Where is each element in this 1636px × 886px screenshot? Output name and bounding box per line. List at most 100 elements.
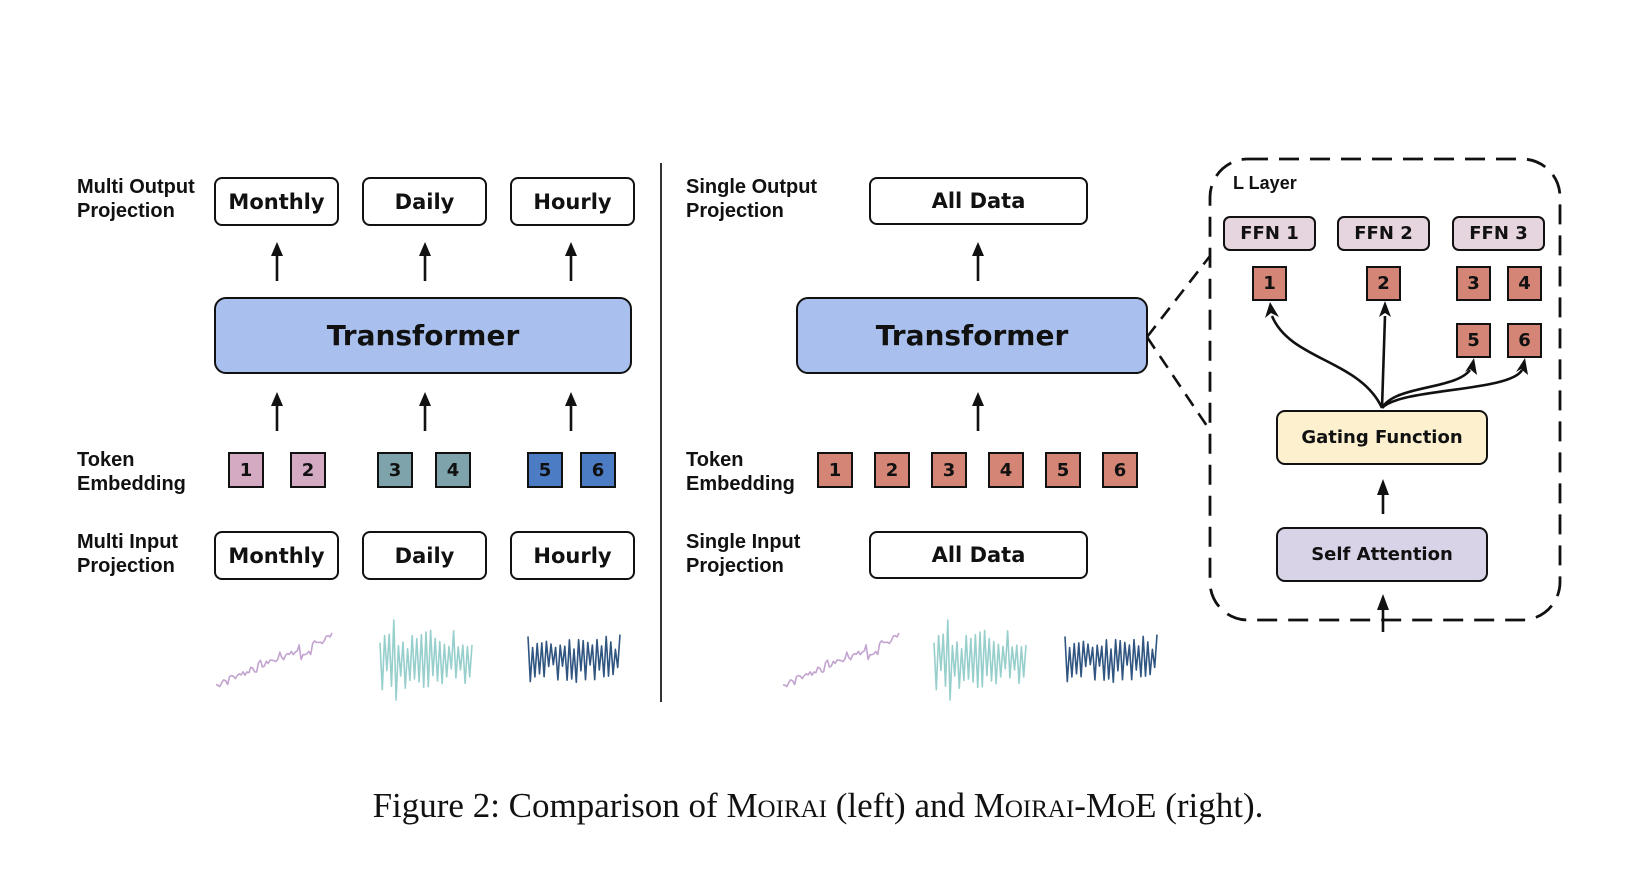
token-6: 6 xyxy=(1102,452,1138,488)
input-projection-hourly: Hourly xyxy=(510,531,635,580)
token-embedding-label-right: Token Embedding xyxy=(686,448,795,496)
label-line: Single Input xyxy=(686,531,801,553)
box-text: All Data xyxy=(931,189,1026,213)
expert-ffn-1: FFN 1 xyxy=(1223,216,1316,251)
routed-token-5: 5 xyxy=(1456,323,1491,358)
route-to-token-1 xyxy=(1270,315,1384,409)
token-3: 3 xyxy=(931,452,967,488)
arrow-head xyxy=(1516,358,1528,375)
token-number: 3 xyxy=(942,459,956,481)
caption-model-moirai-moe: Moirai-MoE xyxy=(973,786,1157,825)
l-layer-title: L Layer xyxy=(1233,173,1297,193)
input-projection-daily: Daily xyxy=(362,531,487,580)
figure-caption: Figure 2: Comparison of Moirai (left) an… xyxy=(0,786,1636,826)
label-line: Projection xyxy=(686,555,784,577)
box-text: Transformer xyxy=(875,319,1069,352)
zoom-line-bottom xyxy=(1145,336,1213,433)
token-number: 6 xyxy=(1113,459,1127,481)
output-projection-monthly: Monthly xyxy=(214,177,339,226)
arrow-head xyxy=(1377,479,1389,495)
route-to-token-6 xyxy=(1381,369,1524,409)
arrow-head xyxy=(271,242,283,256)
token-number: 1 xyxy=(239,459,253,481)
token-2: 2 xyxy=(874,452,910,488)
arrow-head xyxy=(565,242,577,256)
daily-series xyxy=(379,619,473,701)
box-text: Hourly xyxy=(533,543,612,568)
token-6: 6 xyxy=(580,452,616,488)
input-projection-all-data: All Data xyxy=(869,531,1088,579)
token-number: 2 xyxy=(885,459,899,481)
gating-function: Gating Function xyxy=(1276,410,1488,465)
token-5: 5 xyxy=(527,452,563,488)
transformer-right: Transformer xyxy=(796,297,1148,374)
label-line: Projection xyxy=(686,200,784,222)
zoom-line-top xyxy=(1145,255,1212,338)
multi-input-projection-label: Multi Input Projection xyxy=(77,530,178,578)
box-text: Daily xyxy=(394,543,455,568)
caption-text: Figure 2: Comparison of xyxy=(372,786,727,825)
label-line: Single Output xyxy=(686,176,818,198)
box-text: All Data xyxy=(931,543,1026,567)
label-line: Multi Output xyxy=(77,176,195,198)
transformer-left: Transformer xyxy=(214,297,632,374)
expert-ffn-2: FFN 2 xyxy=(1337,216,1430,251)
box-text: FFN 3 xyxy=(1469,223,1528,244)
caption-text: (right). xyxy=(1156,786,1264,825)
token-number: 5 xyxy=(1467,330,1480,351)
single-output-projection-label: Single Output Projection xyxy=(686,175,817,223)
token-number: 6 xyxy=(591,459,605,481)
output-projection-daily: Daily xyxy=(362,177,487,226)
multi-output-projection-label: Multi Output Projection xyxy=(77,175,195,223)
arrow-head xyxy=(419,242,431,256)
route-to-token-2 xyxy=(1380,315,1387,409)
arrow-head xyxy=(1377,594,1389,610)
input-projection-monthly: Monthly xyxy=(214,531,339,580)
label-line: Embedding xyxy=(686,473,795,495)
label-line: Projection xyxy=(77,200,175,222)
hourly-series xyxy=(527,634,621,684)
monthly-series xyxy=(215,632,333,688)
box-text: Daily xyxy=(394,189,455,214)
box-text: FFN 1 xyxy=(1240,223,1299,244)
hourly-series xyxy=(1064,634,1158,684)
token-4: 4 xyxy=(988,452,1024,488)
token-number: 1 xyxy=(1263,273,1276,294)
token-5: 5 xyxy=(1045,452,1081,488)
token-number: 2 xyxy=(301,459,315,481)
label-line: Token xyxy=(77,449,135,471)
token-number: 4 xyxy=(1518,273,1531,294)
token-1: 1 xyxy=(817,452,853,488)
arrow-head xyxy=(565,392,577,406)
monthly-series xyxy=(782,632,900,688)
daily-series xyxy=(933,619,1027,701)
token-4: 4 xyxy=(435,452,471,488)
token-2: 2 xyxy=(290,452,326,488)
caption-text: (left) and xyxy=(827,786,974,825)
time-series-layer xyxy=(215,619,1158,701)
token-embedding-label-left: Token Embedding xyxy=(77,448,186,496)
token-3: 3 xyxy=(377,452,413,488)
box-text: Hourly xyxy=(533,189,612,214)
output-projection-hourly: Hourly xyxy=(510,177,635,226)
token-number: 2 xyxy=(1377,273,1390,294)
token-number: 3 xyxy=(388,459,402,481)
token-number: 5 xyxy=(538,459,552,481)
token-1: 1 xyxy=(228,452,264,488)
arrow-head xyxy=(419,392,431,406)
arrow-head xyxy=(271,392,283,406)
token-number: 1 xyxy=(828,459,842,481)
box-text: Self Attention xyxy=(1311,544,1453,565)
token-number: 5 xyxy=(1056,459,1070,481)
token-number: 6 xyxy=(1518,330,1531,351)
expert-ffn-3: FFN 3 xyxy=(1452,216,1545,251)
single-input-projection-label: Single Input Projection xyxy=(686,530,800,578)
arrow-head xyxy=(972,392,984,406)
routed-token-4: 4 xyxy=(1507,266,1542,301)
arrow-head xyxy=(1379,301,1391,317)
box-text: FFN 2 xyxy=(1354,223,1413,244)
caption-model-moirai: Moirai xyxy=(726,786,827,825)
token-number: 3 xyxy=(1467,273,1480,294)
self-attention: Self Attention xyxy=(1276,527,1488,582)
box-text: Gating Function xyxy=(1301,427,1463,448)
